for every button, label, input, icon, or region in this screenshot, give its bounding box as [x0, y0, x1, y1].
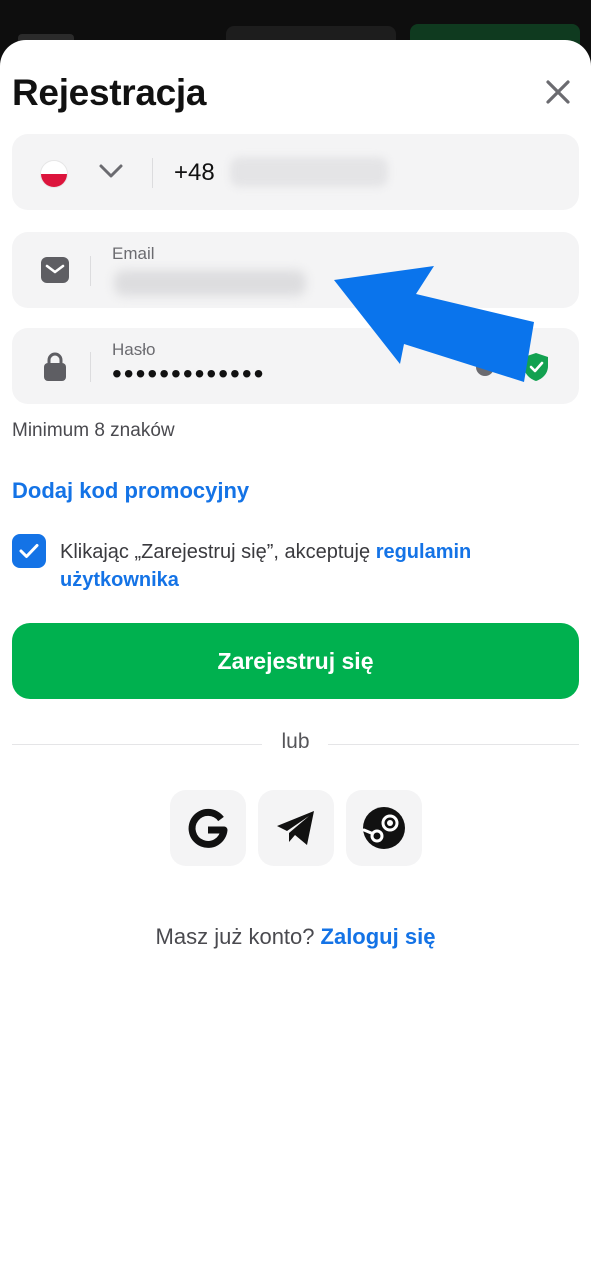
phone-field[interactable]: +48 — [12, 134, 579, 210]
terms-checkbox[interactable] — [12, 534, 46, 568]
add-promo-code-link[interactable]: Dodaj kod promocyjny — [12, 478, 249, 504]
field-divider — [90, 256, 91, 286]
phone-prefix: +48 — [174, 159, 215, 186]
password-input[interactable]: ••••••••••••• — [112, 360, 265, 388]
login-question: Masz już konto? — [155, 924, 315, 949]
close-icon — [546, 80, 570, 104]
google-icon — [188, 808, 228, 848]
login-link[interactable]: Zaloguj się — [321, 924, 436, 949]
email-input[interactable] — [114, 270, 306, 296]
divider-line-right — [328, 744, 579, 745]
checkmark-icon — [19, 544, 39, 558]
envelope-icon — [41, 257, 69, 283]
field-divider — [152, 158, 153, 188]
lock-icon — [44, 352, 66, 381]
register-button[interactable]: Zarejestruj się — [12, 623, 579, 699]
registration-sheet: Rejestracja +48 Email Hasło ••••••••••••… — [0, 40, 591, 1280]
or-separator: lub — [281, 730, 310, 753]
telegram-login-button[interactable] — [258, 790, 334, 866]
email-label: Email — [112, 244, 155, 263]
chevron-down-icon[interactable] — [98, 161, 124, 181]
google-login-button[interactable] — [170, 790, 246, 866]
steam-login-button[interactable] — [346, 790, 422, 866]
steam-icon — [362, 807, 405, 849]
page-title: Rejestracja — [12, 72, 207, 113]
phone-number-input[interactable] — [230, 157, 388, 187]
close-button[interactable] — [540, 74, 576, 110]
poland-flag-icon[interactable] — [40, 160, 68, 188]
field-divider — [90, 352, 91, 382]
terms-prefix: Klikając „Zarejestruj się”, akceptuję — [60, 541, 376, 563]
annotation-arrow-icon — [334, 266, 534, 382]
login-prompt: Masz już konto? Zaloguj się — [0, 924, 591, 950]
terms-text: Klikając „Zarejestruj się”, akceptuję re… — [60, 538, 560, 594]
telegram-icon — [277, 811, 314, 845]
password-hint: Minimum 8 znaków — [12, 420, 175, 441]
password-label: Hasło — [112, 340, 156, 359]
